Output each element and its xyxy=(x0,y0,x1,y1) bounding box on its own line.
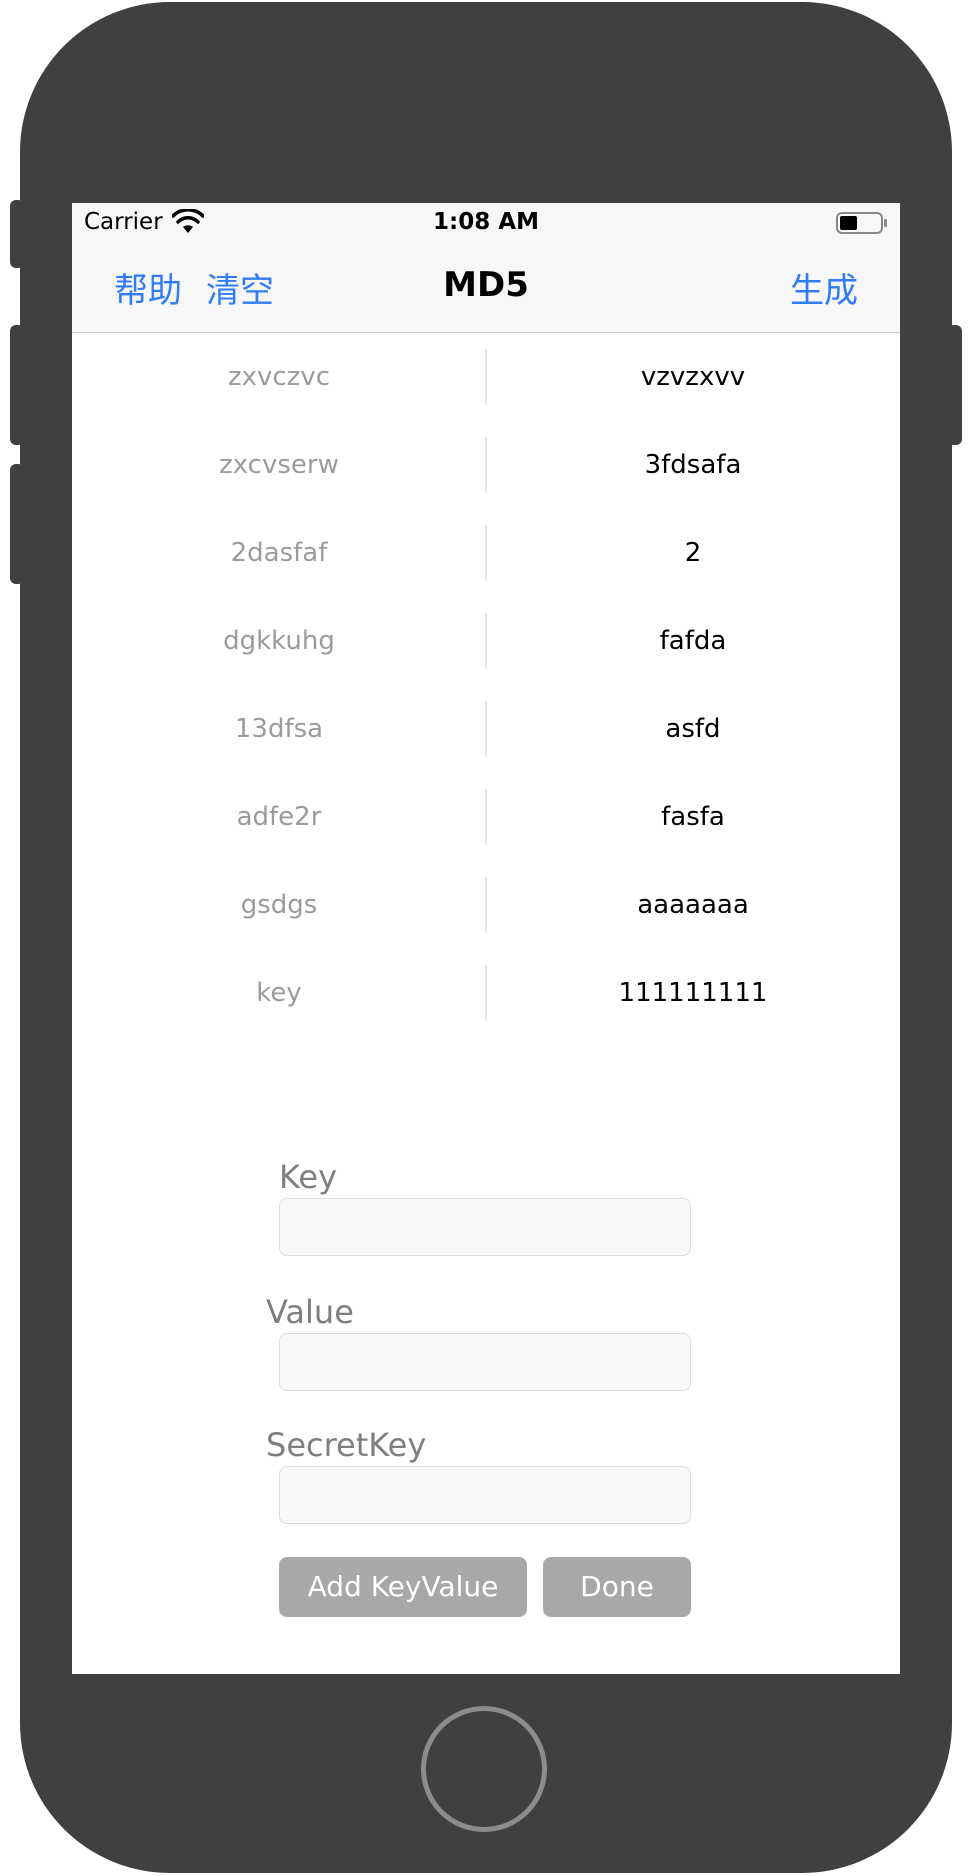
row-key: dgkkuhg xyxy=(223,626,335,656)
row-key: 13dfsa xyxy=(234,714,324,744)
status-time: 1:08 AM xyxy=(433,209,539,235)
key-value-table: zxvczvc vzvzxvv zxcvserw 3fdsafa 2dasfaf… xyxy=(72,333,900,1037)
table-row[interactable]: zxvczvc vzvzxvv xyxy=(72,333,900,421)
secret-key-input[interactable] xyxy=(279,1466,691,1524)
row-key: zxcvserw xyxy=(219,450,339,480)
done-button[interactable]: Done xyxy=(543,1557,691,1617)
row-key: adfe2r xyxy=(236,802,322,832)
table-row[interactable]: 2dasfaf 2 xyxy=(72,509,900,597)
row-key: key xyxy=(256,978,302,1008)
value-input[interactable] xyxy=(279,1333,691,1391)
row-key: 2dasfaf xyxy=(230,538,328,568)
row-value: 2 xyxy=(684,538,702,568)
table-row[interactable]: key 111111111 xyxy=(72,949,900,1037)
row-value: 3fdsafa xyxy=(644,450,742,480)
row-value: asfd xyxy=(665,714,721,744)
generate-button[interactable]: 生成 xyxy=(790,263,858,312)
table-row[interactable]: 13dfsa asfd xyxy=(72,685,900,773)
value-label: Value xyxy=(266,1293,354,1331)
add-keyvalue-button[interactable]: Add KeyValue xyxy=(279,1557,527,1617)
table-row[interactable]: adfe2r fasfa xyxy=(72,773,900,861)
table-row[interactable]: dgkkuhg fafda xyxy=(72,597,900,685)
row-key: gsdgs xyxy=(240,890,318,920)
row-value: fafda xyxy=(659,626,727,656)
navigation-bar: 帮助 清空 MD5 生成 xyxy=(72,243,900,333)
app-screen: Carrier 1:08 AM 帮助 清空 MD5 生成 zxvczvc vzv… xyxy=(72,203,900,1674)
power-button xyxy=(948,325,962,445)
row-key: zxvczvc xyxy=(227,362,331,392)
secret-key-label: SecretKey xyxy=(266,1426,427,1464)
key-input[interactable] xyxy=(279,1198,691,1256)
table-row[interactable]: gsdgs aaaaaaa xyxy=(72,861,900,949)
status-bar: Carrier 1:08 AM xyxy=(72,203,900,243)
page-title: MD5 xyxy=(443,265,529,305)
home-button[interactable] xyxy=(421,1706,547,1832)
row-value: vzvzxvv xyxy=(640,362,746,392)
volume-up-button xyxy=(10,325,24,445)
ringer-switch xyxy=(10,200,24,268)
row-value: aaaaaaa xyxy=(637,890,749,920)
volume-down-button xyxy=(10,464,24,584)
battery-icon xyxy=(836,212,887,234)
key-label: Key xyxy=(279,1158,338,1196)
row-value: fasfa xyxy=(661,802,725,832)
table-row[interactable]: zxcvserw 3fdsafa xyxy=(72,421,900,509)
row-value: 111111111 xyxy=(618,978,768,1008)
